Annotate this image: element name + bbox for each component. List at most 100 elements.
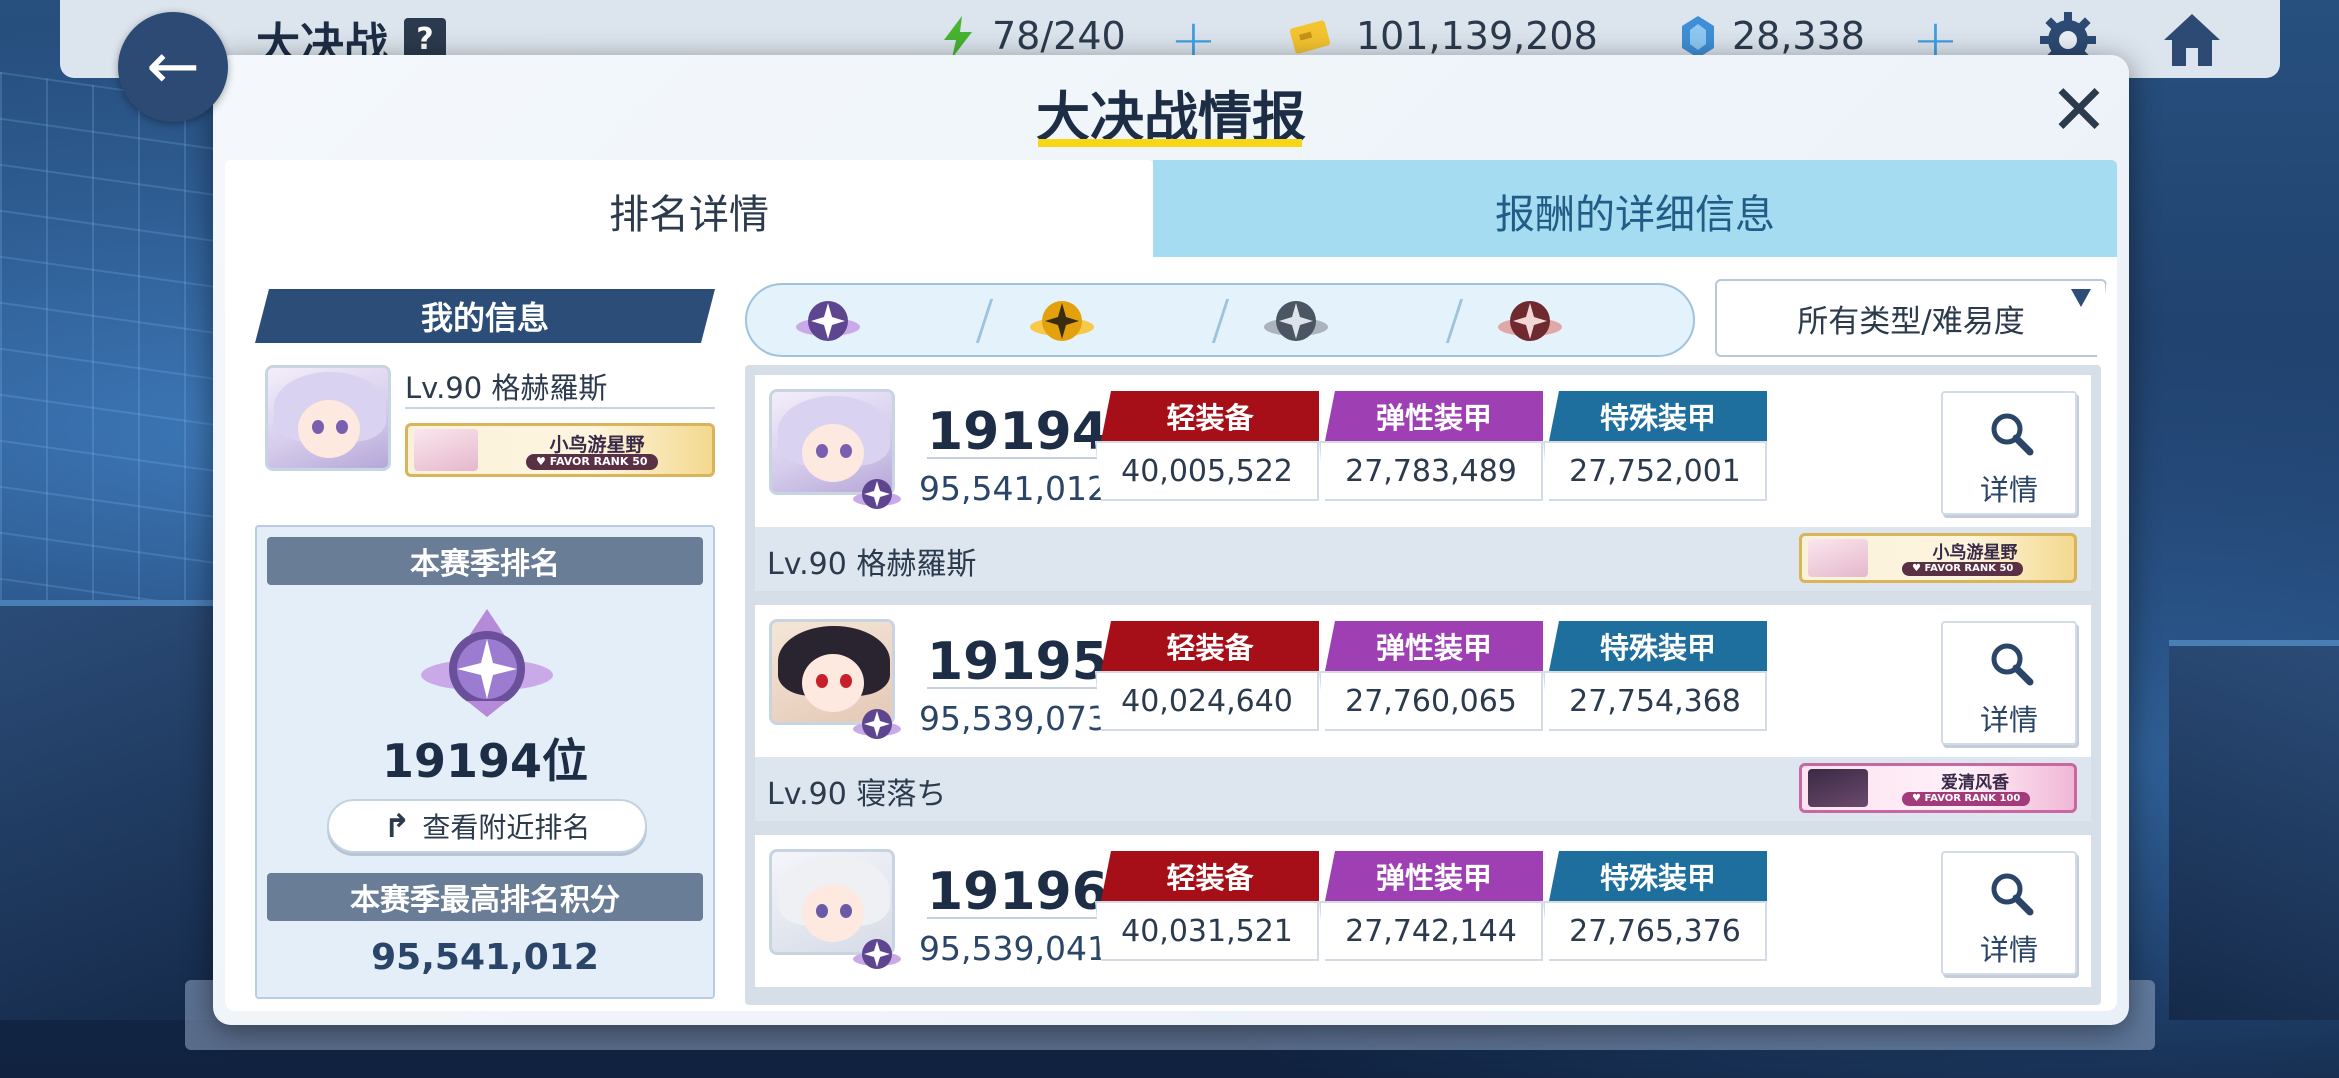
my-level-name: Lv.90 格赫羅斯: [405, 371, 608, 405]
detail-button[interactable]: 详情: [1941, 851, 2077, 975]
entry-player-row: Lv.90 格赫羅斯 小鸟游星野 ♥ FAVOR RANK 50: [755, 527, 2091, 591]
light-armor-label: 轻装备: [1101, 621, 1319, 671]
favor-rank: ♥ FAVOR RANK 50: [1902, 562, 2024, 576]
player-favor-badge: 爱清风香 ♥ FAVOR RANK 100: [1799, 763, 2077, 813]
close-button[interactable]: ✕: [2043, 75, 2115, 149]
favor-character-name: 爱清风香: [1941, 773, 2009, 793]
light-armor-score: 轻装备 40,031,521: [1095, 851, 1319, 971]
season-ranking-box: 本赛季排名 19194位 ↱ 查看附近排名 本赛季最高排名积分 95,541,0…: [255, 525, 715, 999]
elastic-armor-value: 27,783,489: [1319, 441, 1543, 501]
detail-label: 详情: [1979, 703, 2038, 737]
special-armor-score: 特殊装甲 27,752,001: [1543, 391, 1767, 511]
type-difficulty-label: 所有类型/难易度: [1797, 303, 2025, 340]
elastic-armor-label: 弹性装甲: [1325, 621, 1543, 671]
favor-character-thumb: [1808, 539, 1868, 577]
special-armor-value: 27,765,376: [1543, 901, 1767, 961]
battle-info-modal: 大决战情报 ✕ 排名详情 报酬的详细信息 我的信息 Lv.90 格赫羅斯 小鸟游…: [213, 55, 2129, 1025]
entry-player-row: Lv.90 寝落ち 爱清风香 ♥ FAVOR RANK 100: [755, 757, 2091, 821]
magnifier-icon: [1991, 873, 2034, 916]
elastic-armor-label: 弹性装甲: [1325, 851, 1543, 901]
favor-rank: ♥ FAVOR RANK 50: [526, 454, 658, 470]
elastic-armor-score: 弹性装甲 27,760,065: [1319, 621, 1543, 741]
best-score-value: 95,541,012: [371, 937, 599, 978]
title-underline: [1038, 139, 1302, 147]
stamina-bolt-icon: [944, 16, 972, 58]
season-rank-value: 19194位: [381, 734, 589, 788]
my-avatar: [265, 365, 391, 471]
detail-label: 详情: [1979, 473, 2038, 507]
special-armor-label: 特殊装甲: [1549, 391, 1767, 441]
special-armor-value: 27,754,368: [1543, 671, 1767, 731]
magnifier-icon: [1991, 643, 2034, 686]
ranking-list: 19194位 95,541,012 轻装备 40,005,522 弹性装甲 27…: [745, 365, 2101, 1005]
light-armor-label: 轻装备: [1101, 391, 1319, 441]
best-score-label: 本赛季最高排名积分: [267, 873, 703, 921]
special-armor-score: 特殊装甲 27,765,376: [1543, 851, 1767, 971]
divider: [405, 407, 715, 409]
entry-main: 19195位 95,539,073 轻装备 40,024,640 弹性装甲 27…: [755, 605, 2091, 757]
view-nearby-ranks-button[interactable]: ↱ 查看附近排名: [327, 799, 647, 853]
total-score: 95,539,073: [919, 699, 1108, 738]
credit-card-icon: [1289, 20, 1331, 54]
season-rank-label: 本赛季排名: [267, 537, 703, 585]
elastic-armor-label: 弹性装甲: [1325, 391, 1543, 441]
player-level-name: Lv.90 寝落ち: [767, 777, 947, 812]
favor-character-name: 小鸟游星野: [549, 434, 645, 456]
light-armor-value: 40,005,522: [1095, 441, 1319, 501]
light-armor-label: 轻装备: [1101, 851, 1319, 901]
entry-main: 19196位 95,539,041 轻装备 40,031,521 弹性装甲 27…: [755, 835, 2091, 987]
light-armor-score: 轻装备 40,005,522: [1095, 391, 1319, 511]
difficulty-filter-bar: [745, 283, 1695, 357]
share-arrow-icon: ↱: [383, 807, 411, 845]
stamina-value: 78/240: [992, 14, 1126, 58]
background-console-right: [2169, 640, 2339, 1020]
tab-reward-details[interactable]: 报酬的详细信息: [1153, 160, 2117, 262]
favor-character-thumb: [1808, 769, 1868, 807]
my-favor-badge: 小鸟游星野 ♥ FAVOR RANK 50: [405, 423, 715, 477]
help-icon[interactable]: ?: [404, 18, 446, 60]
detail-button[interactable]: 详情: [1941, 621, 2077, 745]
detail-button[interactable]: 详情: [1941, 391, 2077, 515]
filter-separator: [1211, 299, 1230, 343]
background-console-left: [0, 600, 230, 1020]
elastic-armor-value: 27,760,065: [1319, 671, 1543, 731]
favor-character-name: 小鸟游星野: [1932, 543, 2018, 563]
elastic-armor-score: 弹性装甲 27,742,144: [1319, 851, 1543, 971]
magnifier-icon: [1991, 413, 2034, 456]
favor-character-thumb: [414, 429, 478, 471]
light-armor-score: 轻装备 40,024,640: [1095, 621, 1319, 741]
close-icon: ✕: [2049, 69, 2109, 151]
type-difficulty-dropdown[interactable]: 所有类型/难易度: [1715, 279, 2107, 357]
special-armor-label: 特殊装甲: [1549, 851, 1767, 901]
gems-value: 28,338: [1732, 14, 1865, 58]
dropdown-triangle-icon: [2071, 289, 2091, 307]
my-info-header: 我的信息: [255, 289, 715, 343]
gray-emblem-filter-icon[interactable]: [1261, 291, 1331, 351]
filter-separator: [1445, 299, 1464, 343]
rank-medal-icon: [853, 479, 901, 509]
detail-label: 详情: [1979, 933, 2038, 967]
gem-icon: [1682, 16, 1714, 58]
light-armor-value: 40,031,521: [1095, 901, 1319, 961]
total-score: 95,541,012: [919, 469, 1108, 508]
view-nearby-ranks-label: 查看附近排名: [422, 811, 591, 844]
credits-value: 101,139,208: [1356, 14, 1598, 58]
back-arrow-icon: ←: [146, 30, 200, 104]
elastic-armor-value: 27,742,144: [1319, 901, 1543, 961]
total-score: 95,539,041: [919, 929, 1108, 968]
ranking-content: 我的信息 Lv.90 格赫羅斯 小鸟游星野 ♥ FAVOR RANK 50 本赛…: [225, 257, 2117, 1011]
tab-ranking-details[interactable]: 排名详情: [225, 160, 1153, 262]
special-armor-value: 27,752,001: [1543, 441, 1767, 501]
favor-rank: ♥ FAVOR RANK 100: [1902, 792, 2031, 806]
gold-emblem-filter-icon[interactable]: [1027, 291, 1097, 351]
rank-medal-icon: [853, 939, 901, 969]
player-level-name: Lv.90 格赫羅斯: [767, 547, 977, 582]
red-emblem-filter-icon[interactable]: [1495, 291, 1565, 351]
back-button[interactable]: ←: [118, 12, 228, 122]
player-favor-badge: 小鸟游星野 ♥ FAVOR RANK 50: [1799, 533, 2077, 583]
purple-emblem-filter-icon[interactable]: [793, 291, 863, 351]
entry-main: 19194位 95,541,012 轻装备 40,005,522 弹性装甲 27…: [755, 375, 2091, 527]
filter-separator: [975, 299, 994, 343]
home-icon[interactable]: [2160, 8, 2224, 72]
light-armor-value: 40,024,640: [1095, 671, 1319, 731]
